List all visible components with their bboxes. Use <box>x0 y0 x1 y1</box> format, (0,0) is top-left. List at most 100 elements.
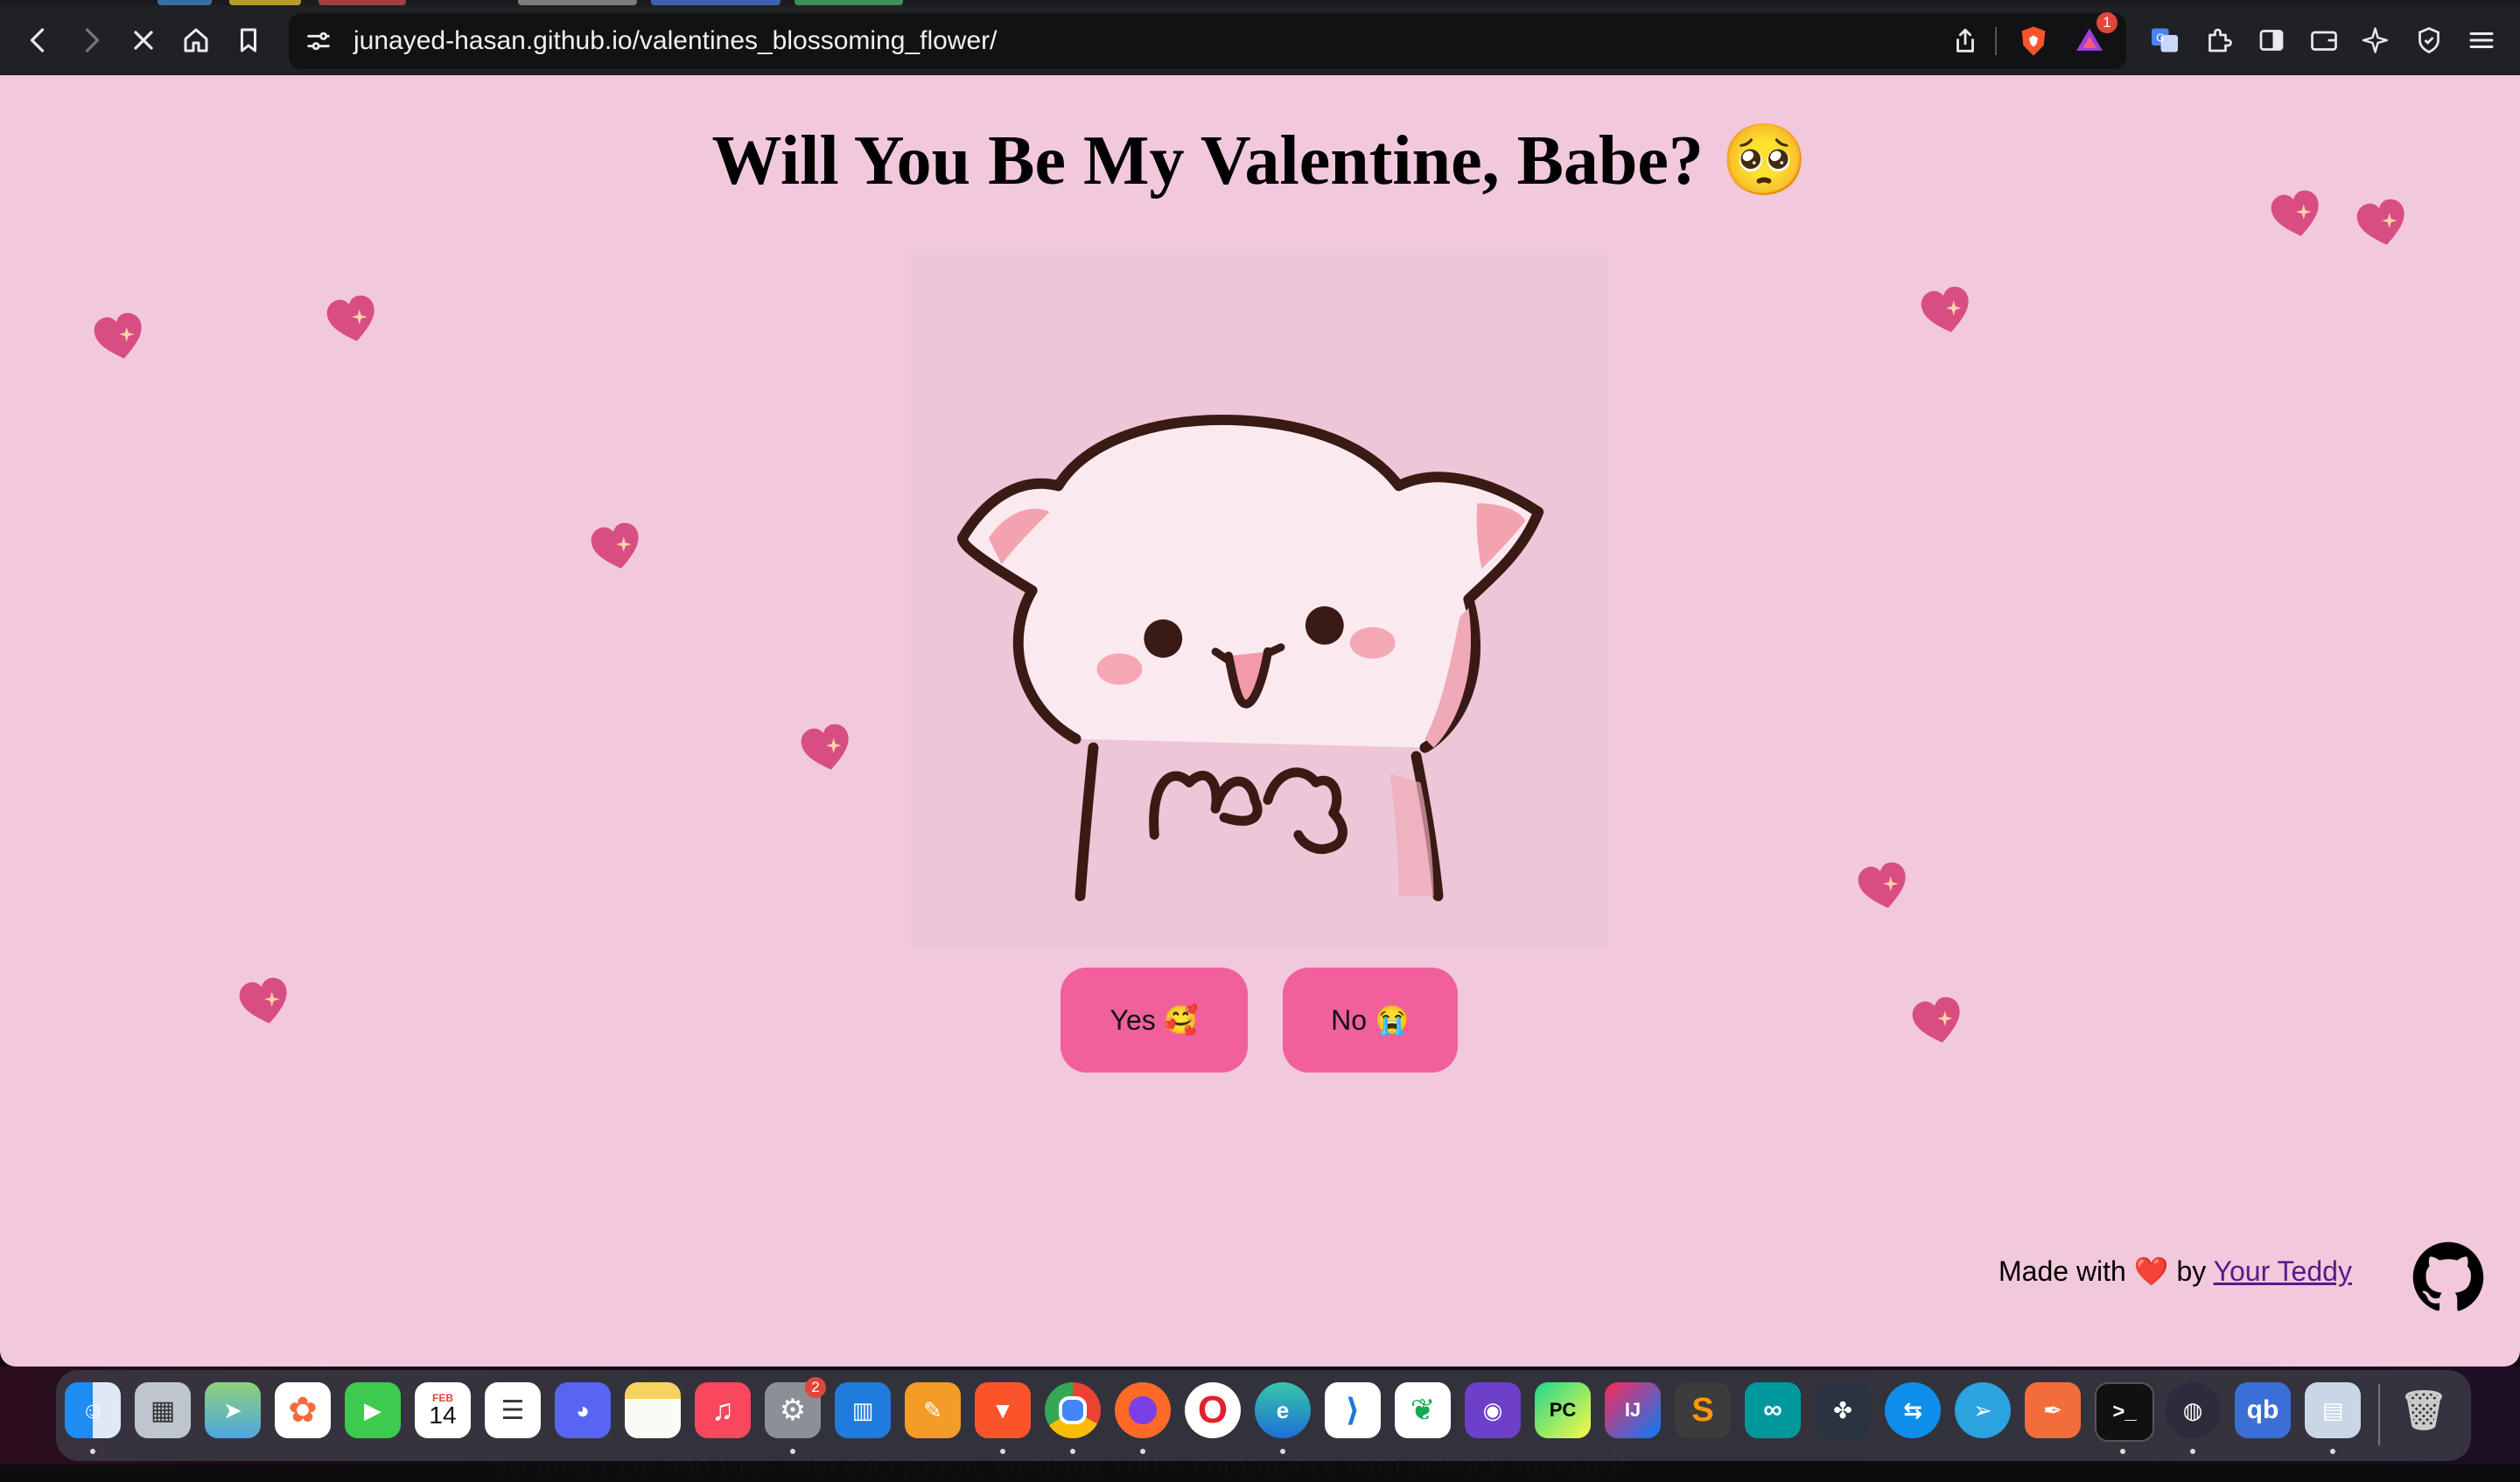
wallet-button[interactable] <box>2301 17 2347 63</box>
running-indicator <box>1070 1449 1075 1454</box>
trash-icon[interactable]: 🗑 <box>2396 1382 2452 1438</box>
intellij-app-icon[interactable]: IJ <box>1605 1382 1661 1438</box>
github-desktop-app-icon[interactable]: ◉ <box>1465 1382 1521 1438</box>
translate-icon: G <box>2152 28 2178 52</box>
stop-loading-button[interactable] <box>121 17 166 63</box>
svg-text:G: G <box>2156 32 2164 45</box>
running-indicator <box>1280 1449 1285 1454</box>
sketch-app-icon[interactable]: ✒ <box>2025 1382 2081 1438</box>
finder-app-icon[interactable]: ☺ <box>65 1382 121 1438</box>
sparkling-heart-icon <box>2271 190 2319 236</box>
leo-ai-button[interactable] <box>2354 17 2399 63</box>
mongodb-app-icon[interactable]: ❦ <box>1395 1382 1451 1438</box>
running-indicator <box>90 1449 95 1454</box>
terminal-app-icon[interactable]: >_ <box>2095 1382 2154 1442</box>
sidebar-button[interactable] <box>2249 17 2294 63</box>
firefox-app-icon[interactable] <box>1115 1382 1171 1438</box>
sidebar-icon <box>2259 30 2284 51</box>
footer-credit: Made with ❤️ by Your Teddy <box>1998 1255 2352 1288</box>
photos-app-icon[interactable]: ✿ <box>275 1382 331 1438</box>
brave-rewards-button[interactable]: 1 <box>2067 12 2118 63</box>
sparkling-heart-icon <box>1912 996 1960 1043</box>
home-icon <box>184 28 208 52</box>
browser-toolbar: junayed-hasan.github.io/valentines_bloss… <box>0 5 2520 75</box>
sparkling-heart-icon <box>1921 286 1969 332</box>
puzzle-icon <box>2208 28 2232 52</box>
vpn-button[interactable] <box>2406 17 2452 63</box>
sparkling-heart-icon <box>2356 199 2404 245</box>
rewards-badge: 1 <box>2096 12 2118 33</box>
web-page: Will You Be My Valentine, Babe? 🥺 Yes 🥰 … <box>0 75 2520 1367</box>
notes-app-icon[interactable] <box>625 1382 681 1438</box>
running-indicator <box>1000 1449 1005 1454</box>
url-text[interactable]: junayed-hasan.github.io/valentines_bloss… <box>354 13 997 69</box>
close-icon <box>134 31 153 50</box>
cute-cat-gif <box>910 250 1608 948</box>
system-settings-app-icon[interactable]: ⚙ 2 <box>765 1377 826 1438</box>
maps-app-icon[interactable]: ➤ <box>205 1382 261 1438</box>
yes-button[interactable]: Yes 🥰 <box>1060 968 1248 1073</box>
brave-shield-icon[interactable] <box>2014 22 2053 60</box>
running-indicator <box>2120 1449 2125 1454</box>
sparkling-heart-icon <box>591 522 639 569</box>
home-button[interactable] <box>173 17 219 63</box>
launchpad-app-icon[interactable]: ▦ <box>135 1382 191 1438</box>
github-icon[interactable] <box>2412 1241 2485 1314</box>
extensions-button[interactable] <box>2196 17 2242 63</box>
sublime-text-app-icon[interactable]: S <box>1675 1382 1731 1438</box>
sparkling-heart-icon <box>801 724 849 770</box>
translate-extension-button[interactable]: G <box>2142 17 2188 63</box>
running-indicator <box>2330 1449 2335 1454</box>
calendar-day: 14 <box>429 1402 457 1429</box>
qbittorrent-app-icon[interactable]: qb <box>2235 1382 2291 1438</box>
address-divider <box>1995 27 1997 55</box>
opera-app-icon[interactable]: O <box>1185 1382 1241 1438</box>
shield-icon <box>2418 27 2440 54</box>
telegram-app-icon[interactable]: ➢ <box>1955 1382 2011 1438</box>
address-bar[interactable]: junayed-hasan.github.io/valentines_bloss… <box>289 13 2126 69</box>
running-indicator <box>2190 1449 2195 1454</box>
reminders-app-icon[interactable]: ☰ <box>485 1382 541 1438</box>
obs-app-icon[interactable]: ◍ <box>2165 1382 2221 1438</box>
facetime-app-icon[interactable]: ▶ <box>345 1382 401 1438</box>
menu-button[interactable] <box>2459 17 2504 63</box>
davinci-resolve-app-icon[interactable]: ✤ <box>1815 1382 1871 1438</box>
edge-app-icon[interactable]: e <box>1255 1382 1311 1438</box>
macos-dock: ☺ ▦ ➤ ✿ ▶ FEB 14 ☰ ◕ ♫ ⚙ 2 ▥ ✎ ▼ O e ⟩ ❦… <box>56 1370 2471 1461</box>
share-icon[interactable] <box>1948 24 1983 59</box>
no-button[interactable]: No 😭 <box>1283 968 1458 1073</box>
site-settings-icon[interactable] <box>301 24 336 59</box>
forward-arrow-icon <box>85 28 100 52</box>
back-arrow-icon <box>30 28 45 52</box>
chrome-app-icon[interactable] <box>1045 1382 1101 1438</box>
dock-divider <box>2378 1384 2380 1445</box>
forward-button[interactable] <box>68 17 114 63</box>
sparkle-icon <box>2362 27 2389 53</box>
pages-app-icon[interactable]: ✎ <box>905 1382 961 1438</box>
settings-badge: 2 <box>805 1377 826 1398</box>
sparkling-heart-icon <box>94 312 142 359</box>
back-button[interactable] <box>16 17 61 63</box>
running-indicator <box>1140 1449 1145 1454</box>
footer-text: Made with ❤️ by <box>1998 1255 2207 1287</box>
brave-app-icon[interactable]: ▼ <box>975 1382 1031 1438</box>
sparkling-heart-icon <box>326 295 374 341</box>
preview-app-icon[interactable]: ▤ <box>2305 1382 2361 1438</box>
bookmark-button[interactable] <box>226 17 271 63</box>
pycharm-app-icon[interactable]: PC <box>1535 1382 1591 1438</box>
trello-app-icon[interactable]: ▥ <box>835 1382 891 1438</box>
hamburger-menu-icon <box>2469 32 2494 48</box>
your-teddy-link[interactable]: Your Teddy <box>2214 1255 2352 1287</box>
page-title: Will You Be My Valentine, Babe? 🥺 <box>711 122 1809 199</box>
discord-app-icon[interactable]: ◕ <box>555 1382 611 1438</box>
running-indicator <box>790 1449 795 1454</box>
sparkling-heart-icon <box>239 977 287 1024</box>
calendar-app-icon[interactable]: FEB 14 <box>415 1382 471 1438</box>
arduino-app-icon[interactable]: ∞ <box>1745 1382 1801 1438</box>
bookmark-icon <box>241 28 256 52</box>
music-app-icon[interactable]: ♫ <box>695 1382 751 1438</box>
vscode-app-icon[interactable]: ⟩ <box>1325 1382 1381 1438</box>
sparkling-heart-icon <box>1858 862 1906 908</box>
wallet-icon <box>2311 31 2337 51</box>
teamviewer-app-icon[interactable]: ⇆ <box>1885 1382 1941 1438</box>
